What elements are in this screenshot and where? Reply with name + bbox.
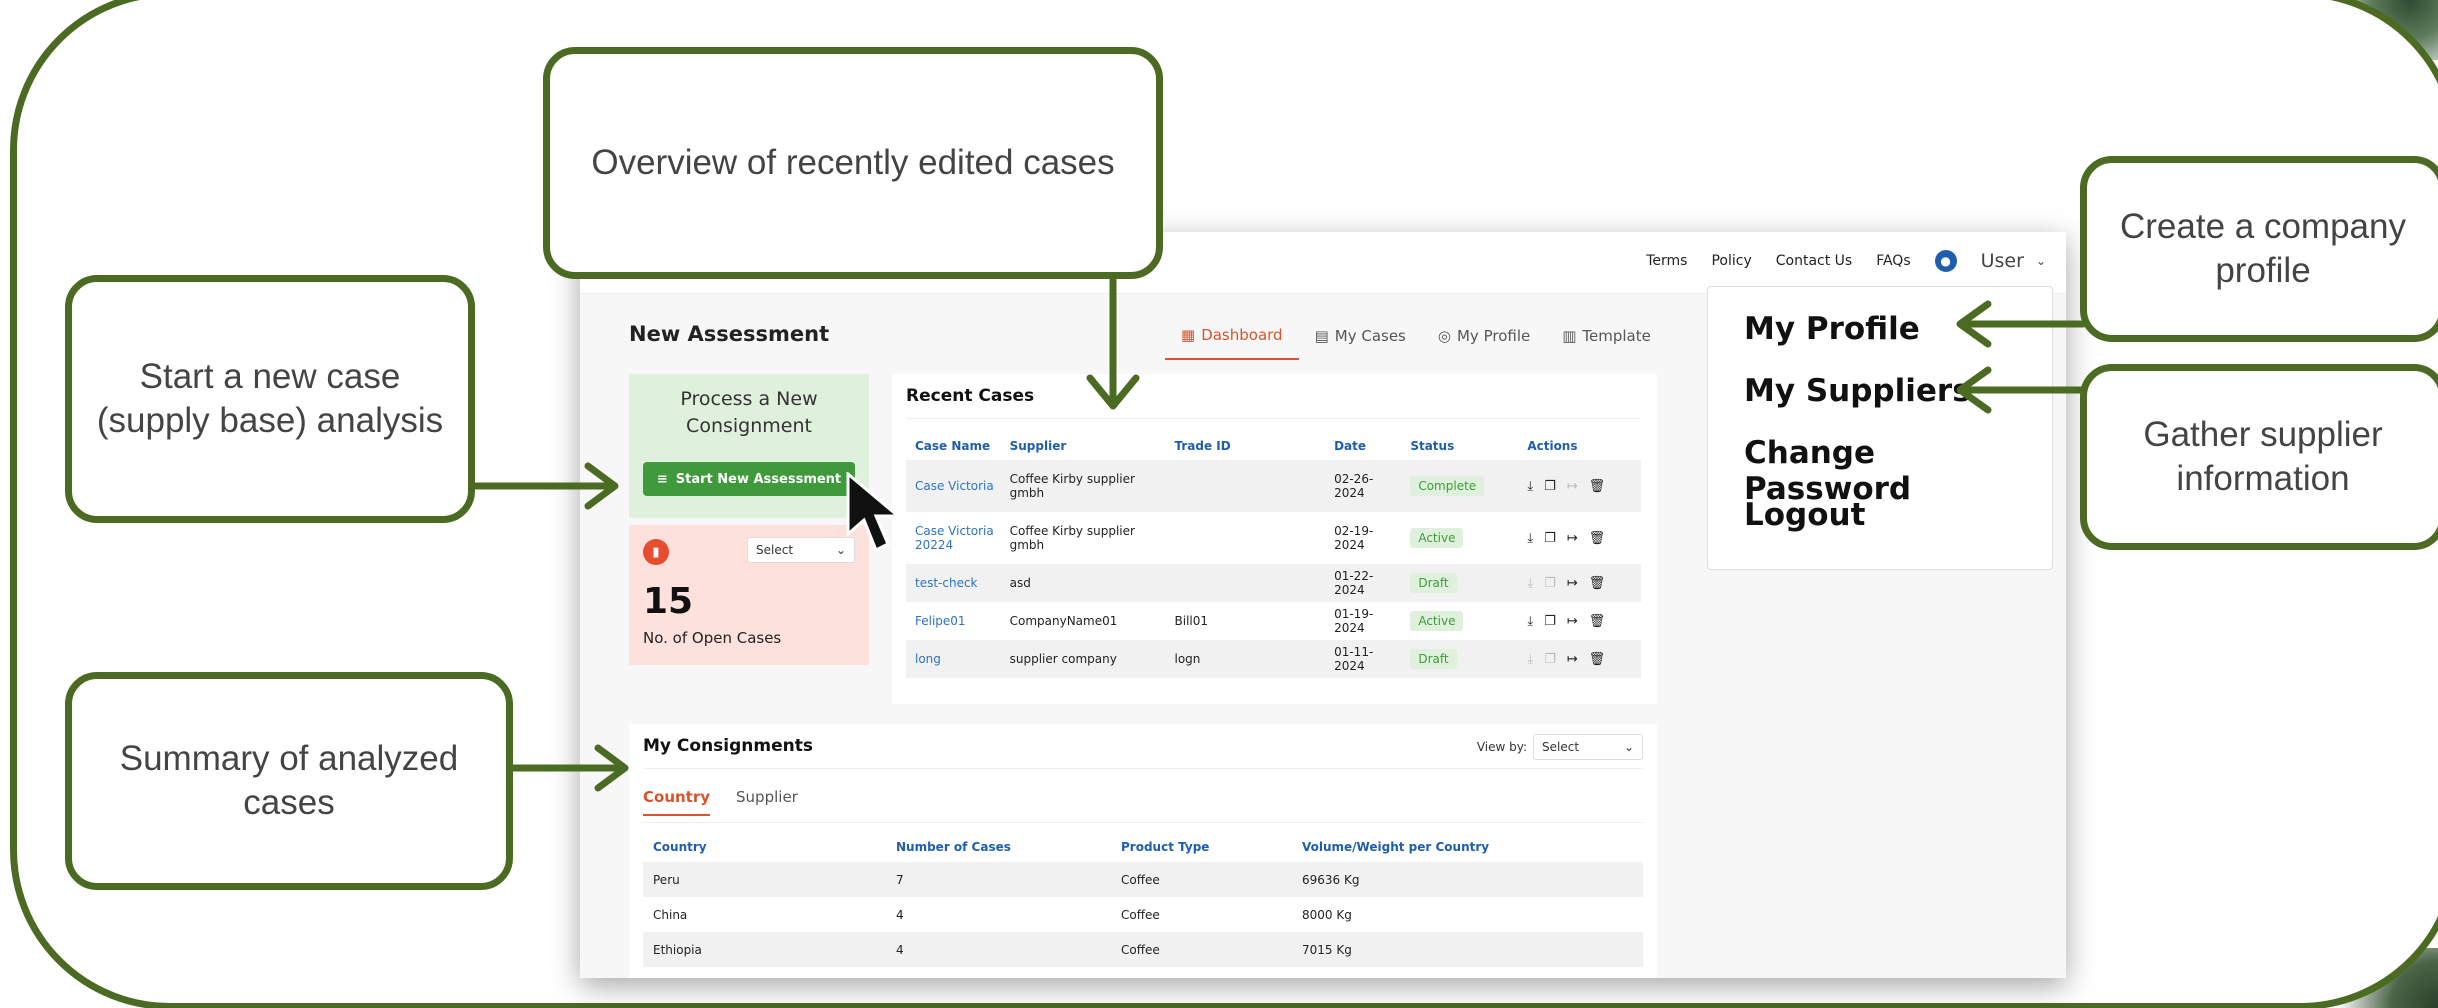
arrows-overlay <box>471 274 2087 792</box>
mouse-cursor-icon <box>846 472 903 553</box>
